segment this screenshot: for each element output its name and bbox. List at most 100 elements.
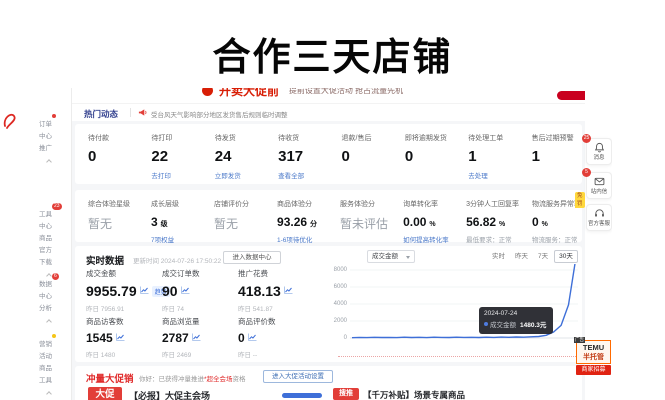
- chart-icon[interactable]: [140, 286, 149, 296]
- temu-recruit-button[interactable]: 商家招募: [576, 365, 611, 375]
- metric-value: 0: [238, 331, 245, 345]
- stat-link[interactable]: 去打印: [151, 170, 201, 180]
- promo-banner[interactable]: 开卖大促前 提前设置大促活动 抢占流量先机: [72, 88, 585, 104]
- stat-label: 3分钟人工回复率: [466, 199, 519, 209]
- metric-value-row: 1545: [86, 331, 125, 345]
- chart-icon[interactable]: [181, 286, 190, 296]
- y-tick: 2000: [325, 318, 347, 324]
- sidebar-item-营销[interactable]: 营销: [39, 338, 52, 348]
- chart-range-tabs: 实时昨天7天30天: [488, 250, 578, 263]
- stat-label: 服务体验分: [340, 199, 390, 209]
- banner-cta-button[interactable]: [557, 91, 585, 100]
- promo-settings-button[interactable]: 进入大促活动设置: [263, 370, 333, 383]
- stat-unit: 分: [308, 221, 317, 228]
- update-time: 更新时间 2024-07-26 17:50:22: [133, 255, 221, 265]
- stat-待打印: 待打印22去打印: [138, 124, 201, 184]
- banner-brand: 开卖大促前: [219, 88, 279, 98]
- promo-campaign-card: 冲量大促销 你好：已获得冲量推进*超全会场资格 进入大促活动设置 大促 【必报】…: [75, 366, 582, 400]
- metric-value-row: 90: [162, 283, 200, 299]
- stat-value: 317: [278, 148, 328, 165]
- metric-value: 9955.79: [86, 283, 137, 299]
- notification-badge: 25: [582, 134, 591, 143]
- sidebar-item-工具[interactable]: 工具: [39, 374, 52, 384]
- divider: [130, 108, 131, 117]
- chart-metric-select[interactable]: 成交金额: [367, 250, 415, 263]
- nav-badge-dot: [52, 114, 56, 118]
- stat-link[interactable]: 如何提高转化率: [403, 234, 453, 244]
- chart-tooltip: 2024-07-24 成交金额 1480.3元: [479, 307, 553, 334]
- sidebar-item-中心[interactable]: 中心: [39, 290, 52, 300]
- chevron-up-icon[interactable]: [46, 319, 52, 325]
- red-scribble-annotation: [1, 104, 21, 130]
- sidebar-item-商品[interactable]: 商品: [39, 232, 52, 242]
- float-button-bell[interactable]: 消息25: [586, 138, 612, 165]
- temu-ad[interactable]: 广告 TEMU 半托管 商家招募: [576, 340, 611, 375]
- promo-item-text[interactable]: 【必报】大促主会场: [129, 389, 210, 400]
- metric-yesterday: 昨日 2469: [162, 349, 201, 359]
- sidebar-item-订单[interactable]: 订单: [39, 118, 52, 128]
- metric-value: 90: [162, 283, 178, 299]
- stat-value: 24: [215, 148, 265, 165]
- stat-unit: %: [540, 221, 548, 228]
- stat-label: 售后过期预警: [532, 133, 582, 143]
- stat-link[interactable]: 1-6项待优化: [277, 234, 327, 244]
- stat-label: 即将逾期发货: [405, 133, 455, 143]
- notice-text[interactable]: 受台风天气影响部分地区发货售后规则临时调整: [151, 109, 288, 119]
- stat-label: 询单转化率: [403, 199, 453, 209]
- sidebar-item-分析[interactable]: 分析: [39, 302, 52, 312]
- stat-value: 1: [532, 148, 582, 165]
- sidebar-item-活动[interactable]: 活动: [39, 350, 52, 360]
- chevron-up-icon[interactable]: [46, 159, 52, 165]
- bell-icon: [587, 142, 611, 155]
- promo-progress-bar: [282, 393, 322, 398]
- chart-icon[interactable]: [192, 333, 201, 343]
- sidebar-item-工具[interactable]: 工具: [39, 208, 52, 218]
- stat-物流服务异常率: 免罚物流服务异常率0 %物流服务：正常: [519, 190, 582, 244]
- sidebar-item-数据[interactable]: 数据: [39, 278, 52, 288]
- promo-tag: 搜推: [333, 388, 359, 400]
- chevron-up-icon[interactable]: [46, 391, 52, 397]
- stat-value: 56.82 %: [466, 215, 519, 229]
- float-button-service[interactable]: 官方客服: [586, 204, 612, 231]
- tab-实时[interactable]: 实时: [488, 250, 509, 263]
- sidebar-item-中心[interactable]: 中心: [39, 220, 52, 230]
- stat-link[interactable]: 去处理: [468, 170, 518, 180]
- temu-title: TEMU: [579, 343, 608, 352]
- left-sidebar: 订单中心推广23工具中心商品官方下载6数据中心分析营销活动商品工具: [28, 88, 72, 400]
- sidebar-item-商品[interactable]: 商品: [39, 362, 52, 372]
- nav-badge-dot: [52, 334, 56, 338]
- stat-即将逾期发货: 即将逾期发货0: [392, 124, 455, 184]
- ad-dotted-line: [338, 356, 576, 357]
- metric-成交金额: 成交金额9955.79趋势昨日 7956.91: [86, 268, 170, 313]
- shop-score-card: 综合体验星级暂无成长层级3 级7项权益店铺评价分暂无商品体验分93.26 分1-…: [75, 190, 582, 242]
- tab-7天[interactable]: 7天: [534, 250, 552, 263]
- metric-value: 2787: [162, 331, 189, 345]
- stat-label: 商品体验分: [277, 199, 327, 209]
- sidebar-item-推广[interactable]: 推广: [39, 142, 52, 152]
- stat-3分钟人工回复率: 3分钟人工回复率56.82 %最低要求：正常: [453, 190, 519, 244]
- sidebar-item-下载[interactable]: 下载: [39, 256, 52, 266]
- sidebar-item-中心[interactable]: 中心: [39, 130, 52, 140]
- chart-icon[interactable]: [248, 333, 257, 343]
- stat-link[interactable]: 查看全部: [278, 170, 328, 180]
- tab-昨天[interactable]: 昨天: [511, 250, 532, 263]
- float-button-mail[interactable]: 站内信5: [586, 172, 612, 199]
- metric-label: 成交金额: [86, 268, 170, 279]
- stat-link[interactable]: 7项权益: [151, 234, 201, 244]
- temu-subtitle: 半托管: [579, 352, 608, 362]
- tab-30天[interactable]: 30天: [554, 250, 578, 263]
- stat-退款/售后: 退款/售后0: [329, 124, 392, 184]
- metric-yesterday: 昨日 541.87: [238, 303, 293, 313]
- y-tick: 8000: [325, 267, 347, 273]
- promo-item-text[interactable]: 【千万补贴】场景专属商品: [363, 389, 465, 400]
- sidebar-item-官方[interactable]: 官方: [39, 244, 52, 254]
- chart-icon[interactable]: [284, 286, 293, 296]
- chart-icon[interactable]: [116, 333, 125, 343]
- stat-待处理工单: 待处理工单1去处理: [455, 124, 518, 184]
- realtime-title: 实时数据: [86, 253, 124, 267]
- enter-datacenter-button[interactable]: 进入数据中心: [223, 251, 281, 264]
- series-dot-icon: [484, 322, 488, 326]
- stat-link[interactable]: 立即发货: [215, 170, 265, 180]
- service-icon: [587, 208, 611, 221]
- metric-value-row: 0: [238, 331, 276, 345]
